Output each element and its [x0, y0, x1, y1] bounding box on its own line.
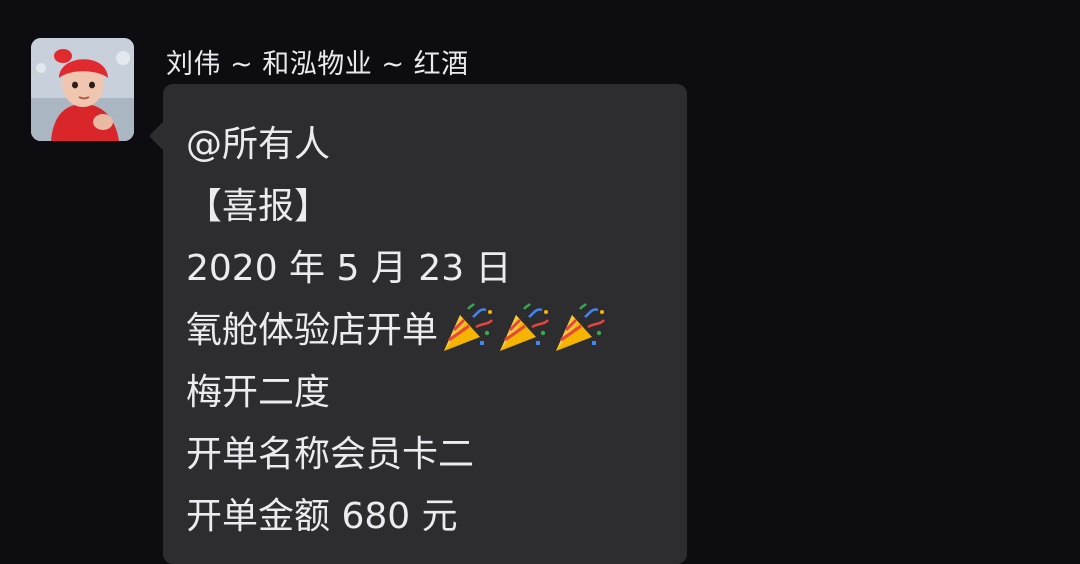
- message-line-mention: @所有人: [186, 124, 331, 165]
- party-popper-icon: [552, 303, 608, 355]
- message-line-store: 氧舱体验店开单: [186, 310, 439, 351]
- message-bubble[interactable]: @所有人 【喜报】 2020 年 5 月 23 日 氧舱体验店开单 梅开二度 开…: [148, 84, 687, 564]
- message-line-with-emoji: 氧舱体验店开单: [186, 300, 665, 362]
- message-line-item: 开单名称会员卡二: [186, 434, 475, 475]
- sender-name: 刘伟 ~ 和泓物业 ~ 红酒: [166, 49, 469, 80]
- emoji-group: [440, 297, 608, 359]
- bubble-tail: [148, 121, 178, 151]
- message-line-remark: 梅开二度: [186, 372, 331, 413]
- avatar-photo: [31, 38, 134, 141]
- message-line-date: 2020 年 5 月 23 日: [186, 248, 512, 289]
- party-popper-icon: [440, 303, 496, 355]
- message-line-amount: 开单金额 680 元: [186, 496, 458, 537]
- party-popper-icon: [496, 303, 552, 355]
- avatar[interactable]: [31, 38, 134, 141]
- message-line-headline: 【喜报】: [186, 186, 331, 227]
- chat-view: 刘伟 ~ 和泓物业 ~ 红酒 @所有人 【喜报】 2020 年 5 月 23 日…: [0, 0, 1080, 564]
